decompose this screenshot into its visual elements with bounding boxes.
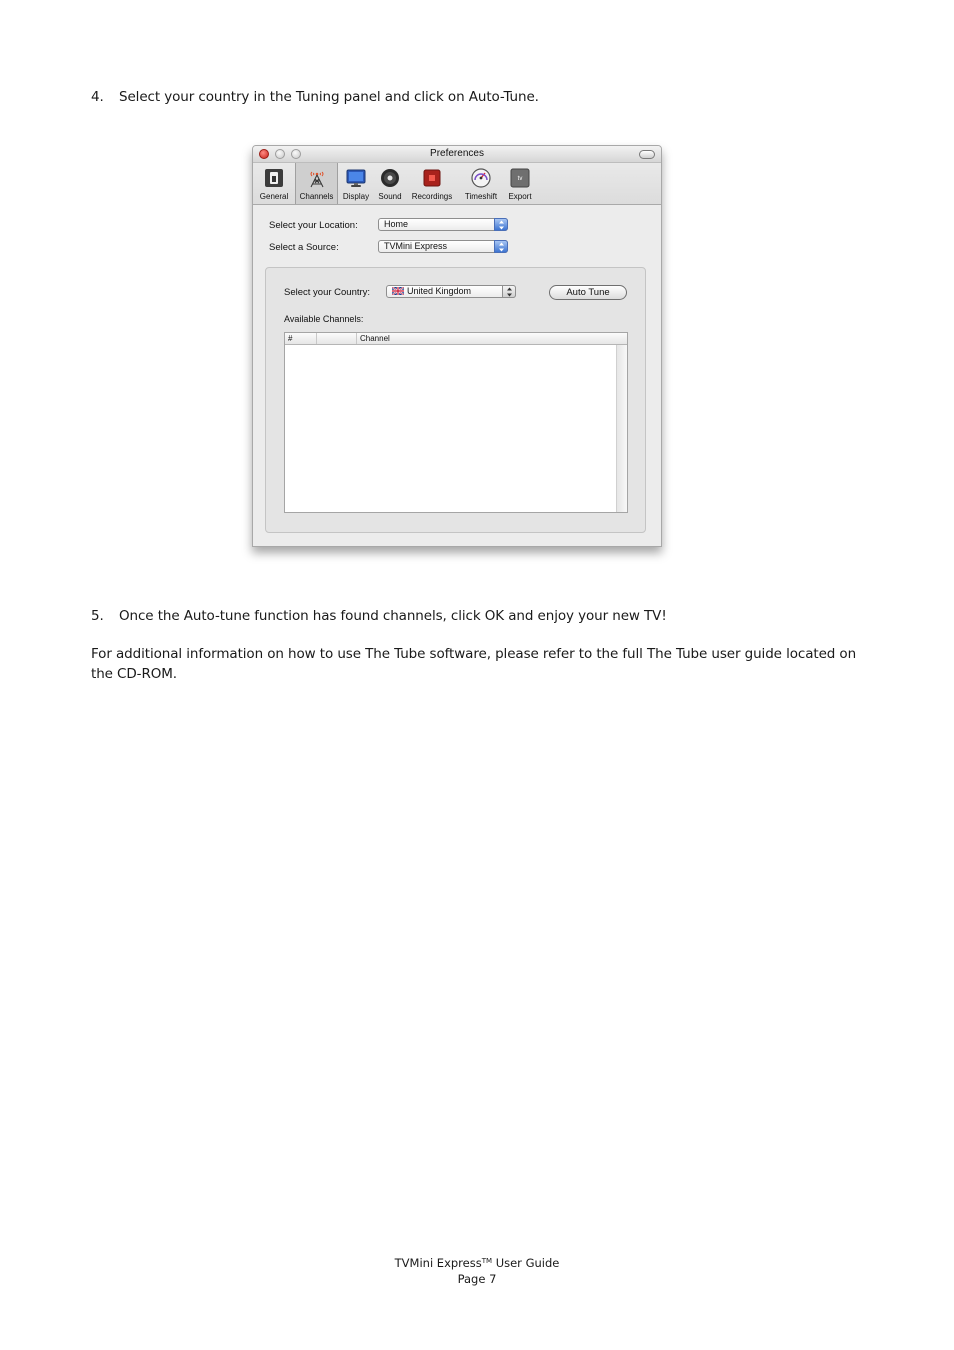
- country-value: United Kingdom: [407, 286, 472, 296]
- record-icon: [423, 169, 441, 187]
- toolbar-timeshift[interactable]: Timeshift: [458, 163, 504, 204]
- preferences-window: Preferences General Channels Display Sou…: [252, 145, 662, 547]
- appletv-icon: tv: [510, 168, 530, 188]
- trademark-mark: TM: [481, 1257, 493, 1265]
- title-bar[interactable]: Preferences: [253, 146, 661, 163]
- source-popup[interactable]: TVMini Express: [378, 240, 508, 253]
- column-header-number[interactable]: #: [285, 333, 317, 344]
- toolbar-general[interactable]: General: [255, 163, 293, 204]
- toolbar-label: General: [259, 192, 289, 201]
- step-4: 4. Select your country in the Tuning pane…: [91, 87, 539, 107]
- auto-tune-button[interactable]: Auto Tune: [549, 285, 627, 300]
- toolbar-export[interactable]: tv Export: [505, 163, 535, 204]
- toolbar-channels[interactable]: Channels: [295, 163, 338, 204]
- toolbar-label: Sound: [378, 192, 402, 201]
- monitor-icon: [346, 169, 366, 187]
- column-header-blank[interactable]: [317, 333, 357, 344]
- step-5: 5. Once the Auto-tune function has found …: [91, 606, 667, 626]
- location-popup[interactable]: Home: [378, 218, 508, 231]
- available-channels-label: Available Channels:: [284, 314, 364, 324]
- switch-icon: [265, 169, 283, 187]
- location-value: Home: [384, 219, 409, 229]
- toolbar-label: Display: [342, 192, 370, 201]
- toolbar-label: Channels: [299, 192, 334, 201]
- popup-arrows-icon: [502, 285, 516, 298]
- gauge-icon: [471, 168, 491, 188]
- channel-table[interactable]: # Channel: [284, 332, 628, 513]
- page-footer: TVMini ExpressTM User Guide Page 7: [0, 1253, 954, 1287]
- country-label: Select your Country:: [284, 287, 371, 298]
- uk-flag-icon: [392, 287, 404, 295]
- toolbar-toggle-button[interactable]: [639, 150, 655, 159]
- country-popup[interactable]: United Kingdom: [386, 285, 516, 298]
- toolbar-recordings[interactable]: Recordings: [408, 163, 456, 204]
- source-value: TVMini Express: [384, 241, 448, 251]
- preferences-toolbar: General Channels Display Sound Recording…: [253, 163, 661, 205]
- source-label: Select a Source:: [269, 242, 339, 253]
- antenna-icon: [310, 171, 323, 188]
- window-title: Preferences: [430, 148, 484, 159]
- table-scrollbar[interactable]: [616, 345, 627, 512]
- page-number: Page 7: [457, 1272, 497, 1286]
- export-icon-text: tv: [518, 176, 523, 182]
- step-number: 4.: [91, 89, 104, 105]
- toolbar-display[interactable]: Display: [340, 163, 372, 204]
- step-text: Select your country in the Tuning panel …: [119, 89, 539, 105]
- popup-arrows-icon: [494, 218, 508, 231]
- table-header: # Channel: [285, 333, 627, 345]
- guide-name: User Guide: [492, 1256, 560, 1270]
- column-header-channel[interactable]: Channel: [357, 333, 627, 344]
- location-label: Select your Location:: [269, 220, 358, 231]
- toolbar-label: Export: [508, 192, 532, 201]
- toolbar-label: Recordings: [411, 192, 453, 201]
- product-name: TVMini Express: [394, 1256, 482, 1270]
- toolbar-label: Timeshift: [464, 192, 498, 201]
- popup-arrows-icon: [494, 240, 508, 253]
- speaker-icon: [381, 169, 399, 187]
- toolbar-sound[interactable]: Sound: [374, 163, 406, 204]
- footer-title: TVMini ExpressTM User Guide: [0, 1253, 954, 1271]
- step-text: Once the Auto-tune function has found ch…: [119, 608, 667, 624]
- additional-info-paragraph: For additional information on how to use…: [91, 646, 857, 682]
- step-number: 5.: [91, 608, 104, 624]
